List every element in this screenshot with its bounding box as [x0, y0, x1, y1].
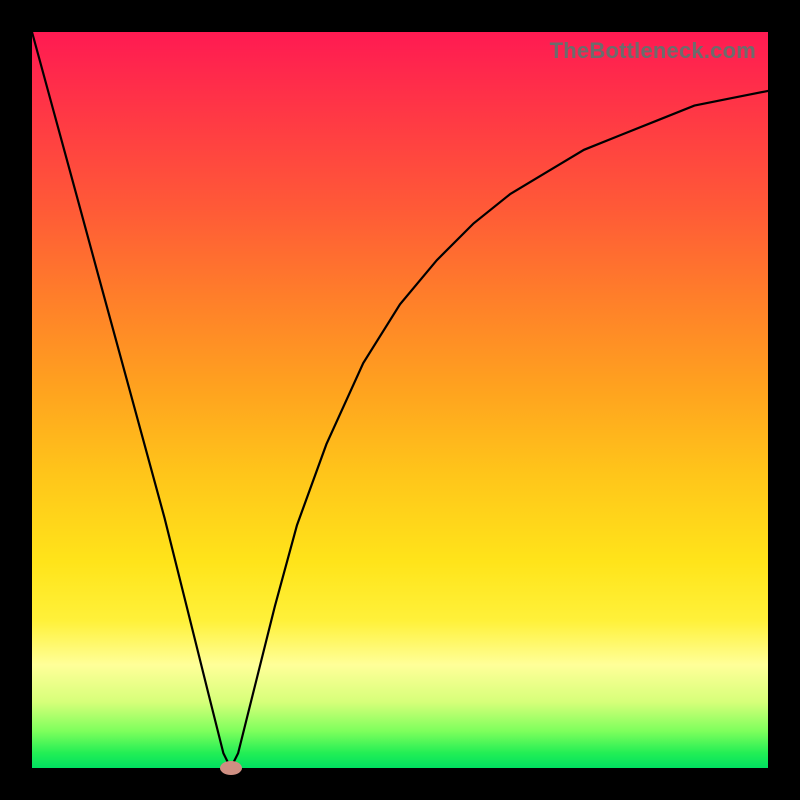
- chart-frame: TheBottleneck.com: [0, 0, 800, 800]
- bottleneck-curve: [32, 32, 768, 768]
- curve-minimum-marker: [220, 761, 242, 775]
- plot-area: TheBottleneck.com: [32, 32, 768, 768]
